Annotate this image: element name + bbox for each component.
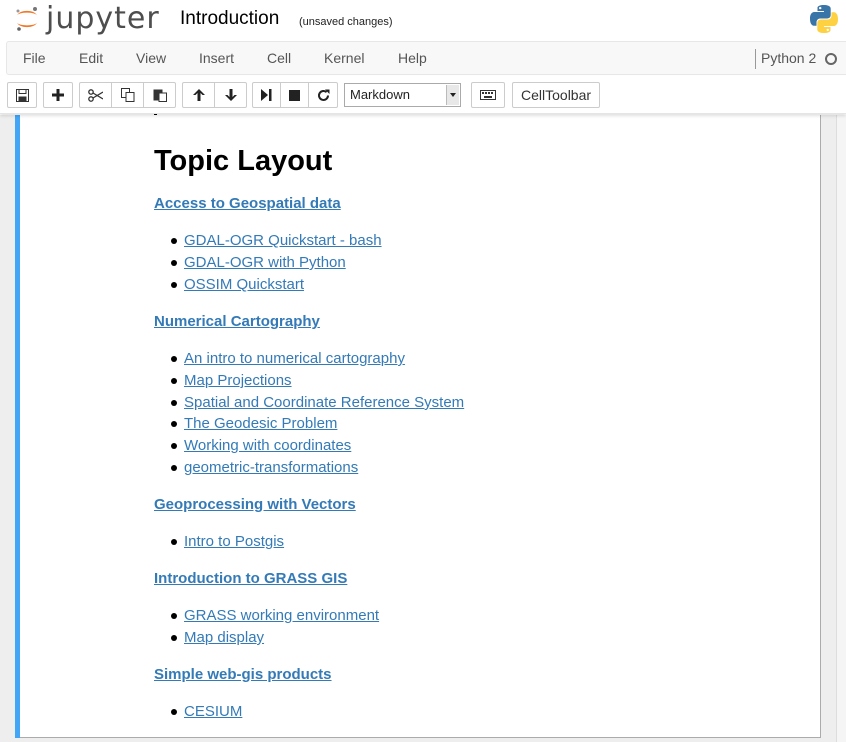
cut-icon [88,88,103,102]
bullet [171,635,177,641]
bullet [171,356,177,362]
copy-icon [120,88,135,102]
stop-icon [289,89,300,101]
cell-type-select[interactable]: Markdown [344,83,461,107]
move-up-button[interactable] [182,82,215,108]
list-item-link[interactable]: Spatial and Coordinate Reference System [184,394,464,411]
interrupt-button[interactable] [280,82,309,108]
cell-heading: Topic Layout [154,145,333,177]
scrollbar[interactable] [836,115,846,742]
section-link[interactable]: Numerical Cartography [154,313,320,330]
menubar: File Edit View Insert Cell Kernel Help P… [6,41,846,75]
bullet [171,465,177,471]
list-item-link[interactable]: OSSIM Quickstart [184,276,304,293]
bullet [171,421,177,427]
run-button[interactable] [252,82,281,108]
bullet [171,709,177,715]
menu-help[interactable]: Help [398,42,427,74]
bullet [171,282,177,288]
kernel-idle-icon [825,53,837,65]
bullet [171,260,177,266]
kernel-separator [755,49,756,69]
jupyter-logo[interactable]: jupyter [14,2,160,36]
cell-selected-indicator [15,115,20,738]
command-palette-button[interactable] [471,82,505,108]
list-item-link[interactable]: GDAL-OGR with Python [184,254,346,271]
paste-icon [153,88,167,102]
menu-edit[interactable]: Edit [79,42,103,74]
paste-button[interactable] [143,82,176,108]
chevron-down-icon [446,85,459,105]
bullet [171,238,177,244]
menu-kernel[interactable]: Kernel [324,42,364,74]
move-down-button[interactable] [214,82,247,108]
bullet [171,378,177,384]
header: jupyter Introduction (unsaved changes) [0,0,846,40]
copy-button[interactable] [111,82,144,108]
list-item-link[interactable]: Intro to Postgis [184,533,284,550]
arrow-down-icon [224,88,238,102]
section-link[interactable]: Access to Geospatial data [154,195,341,212]
list-item-link[interactable]: Map Projections [184,372,292,389]
section-link[interactable]: Introduction to GRASS GIS [154,570,347,587]
list-item-link[interactable]: GDAL-OGR Quickstart - bash [184,232,382,249]
plus-icon [52,89,64,101]
bullet [171,443,177,449]
section-link[interactable]: Geoprocessing with Vectors [154,496,356,513]
bullet [171,539,177,545]
save-button[interactable] [7,82,37,108]
menu-view[interactable]: View [136,42,166,74]
markdown-cell[interactable] [15,115,821,738]
menu-insert[interactable]: Insert [199,42,234,74]
run-icon [261,89,272,101]
save-icon [15,88,29,102]
jupyter-wordmark: jupyter [46,1,160,36]
list-item-link[interactable]: geometric-transformations [184,459,358,476]
kernel-name[interactable]: Python 2 [761,42,816,74]
restart-button[interactable] [308,82,338,108]
keyboard-icon [480,90,496,100]
menu-file[interactable]: File [23,42,46,74]
insert-cell-button[interactable] [43,82,73,108]
list-item-link[interactable]: An intro to numerical cartography [184,350,405,367]
list-item-link[interactable]: GRASS working environment [184,607,379,624]
bullet [171,613,177,619]
jupyter-logo-icon [14,6,40,32]
save-status: (unsaved changes) [299,16,393,28]
list-item-link[interactable]: Working with coordinates [184,437,351,454]
section-link[interactable]: Simple web-gis products [154,666,332,683]
list-item-link[interactable]: CESIUM [184,703,242,720]
menu-cell[interactable]: Cell [267,42,291,74]
cell-type-value: Markdown [350,87,410,102]
list-item-link[interactable]: The Geodesic Problem [184,415,337,432]
cut-button[interactable] [79,82,112,108]
celltoolbar-button[interactable]: CellToolbar [512,82,601,108]
list-item-link[interactable]: Map display [184,629,264,646]
arrow-up-icon [192,88,206,102]
bullet [171,400,177,406]
notebook-name[interactable]: Introduction [180,8,279,30]
restart-icon [317,89,330,102]
python-logo-icon [808,3,840,35]
